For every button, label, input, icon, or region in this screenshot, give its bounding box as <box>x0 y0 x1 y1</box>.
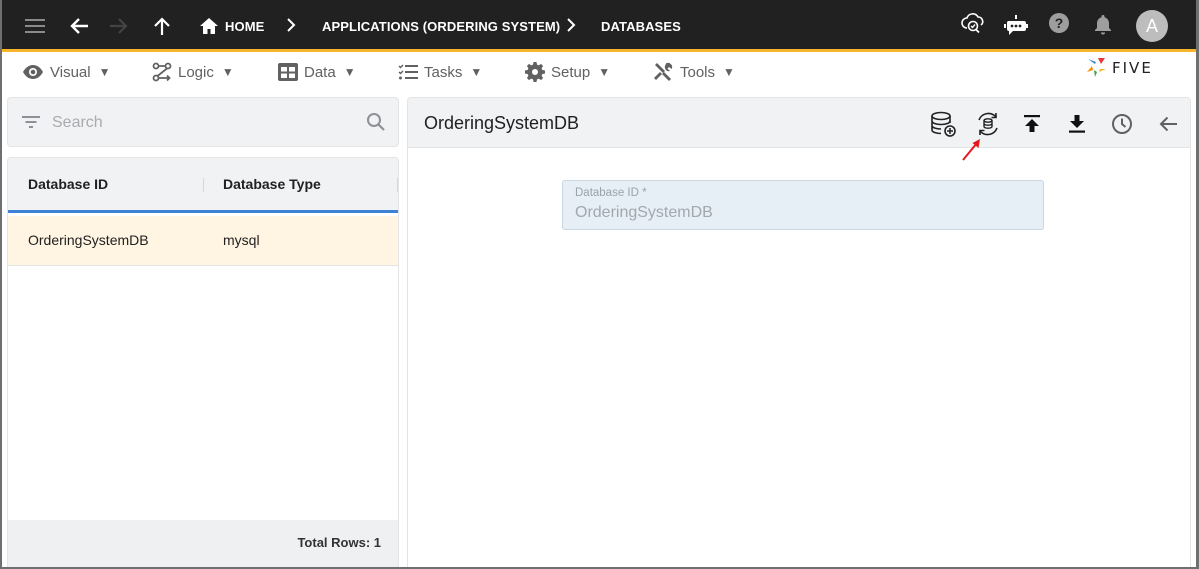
eye-icon <box>23 65 43 79</box>
logo-text: FIVE <box>1112 59 1153 77</box>
list-header: Database ID Database Type <box>8 158 398 213</box>
svg-text:?: ? <box>1055 15 1064 31</box>
caret-down-icon: ▼ <box>723 65 735 79</box>
menu-visual[interactable]: Visual ▼ <box>22 55 110 89</box>
search-icon[interactable] <box>366 112 386 137</box>
column-divider[interactable] <box>397 178 398 192</box>
breadcrumb-applications[interactable]: APPLICATIONS (ORDERING SYSTEM) <box>322 0 560 52</box>
cell-database-type: mysql <box>223 232 260 248</box>
column-database-id[interactable]: Database ID <box>28 176 108 192</box>
caret-down-icon: ▼ <box>470 65 483 79</box>
database-list: Database ID Database Type OrderingSystem… <box>7 157 399 569</box>
breadcrumb-home[interactable]: HOME <box>225 0 264 52</box>
menu-setup[interactable]: Setup ▼ <box>525 55 610 89</box>
filter-icon[interactable] <box>22 115 40 134</box>
menu-tasks-label: Tasks <box>424 63 463 81</box>
database-id-value: OrderingSystemDB <box>575 204 713 221</box>
search-bar <box>7 97 399 147</box>
annotation-arrow <box>962 139 980 161</box>
history-icon[interactable] <box>1108 110 1136 138</box>
column-divider[interactable] <box>203 178 204 192</box>
menu-data-label: Data <box>304 63 336 81</box>
record-form: OrderingSystemDB Database ID * OrderingS… <box>407 97 1191 569</box>
back-arrow-icon[interactable] <box>68 16 90 36</box>
five-logo: FIVE <box>1086 57 1153 79</box>
help-icon[interactable]: ? <box>1048 12 1070 34</box>
cloud-check-icon[interactable] <box>960 11 986 37</box>
flow-icon <box>152 62 172 82</box>
menu-logic[interactable]: Logic ▼ <box>152 55 234 89</box>
chevron-right-icon <box>286 17 296 38</box>
menu-visual-label: Visual <box>50 63 91 81</box>
avatar[interactable]: A <box>1136 10 1168 42</box>
gear-icon <box>525 62 545 82</box>
menu-bar: Visual ▼ Logic ▼ Data ▼ Tasks ▼ Setup ▼ … <box>0 55 1199 90</box>
app-bar: HOME APPLICATIONS (ORDERING SYSTEM) DATA… <box>0 0 1199 52</box>
form-header: OrderingSystemDB <box>408 98 1190 148</box>
menu-icon[interactable] <box>24 16 46 36</box>
caret-down-icon: ▼ <box>221 65 234 79</box>
back-arrow-icon[interactable] <box>1154 110 1182 138</box>
tools-icon <box>654 62 673 81</box>
caret-down-icon: ▼ <box>598 65 611 79</box>
database-id-field[interactable]: Database ID * OrderingSystemDB <box>562 180 1044 230</box>
chatbot-icon[interactable] <box>1004 14 1028 36</box>
cell-database-id: OrderingSystemDB <box>28 232 149 248</box>
menu-logic-label: Logic <box>178 63 214 81</box>
list-footer: Total Rows: 1 <box>8 520 398 568</box>
bell-icon[interactable] <box>1094 13 1112 35</box>
chevron-right-icon <box>566 17 576 38</box>
database-id-label: Database ID * <box>575 187 647 199</box>
total-rows: Total Rows: 1 <box>297 535 381 550</box>
list-item[interactable]: OrderingSystemDB mysql <box>8 216 398 266</box>
search-input[interactable] <box>52 110 352 136</box>
menu-data[interactable]: Data ▼ <box>278 55 356 89</box>
table-icon <box>278 63 298 81</box>
menu-tasks[interactable]: Tasks ▼ <box>398 55 482 89</box>
menu-setup-label: Setup <box>551 63 591 81</box>
up-arrow-icon[interactable] <box>152 16 172 36</box>
caret-down-icon: ▼ <box>98 65 111 79</box>
upload-icon[interactable] <box>1018 110 1046 138</box>
five-logo-mark <box>1087 58 1106 77</box>
caret-down-icon: ▼ <box>343 65 356 79</box>
breadcrumb-databases[interactable]: DATABASES <box>601 0 681 52</box>
checklist-icon <box>398 64 418 80</box>
menu-tools[interactable]: Tools ▼ <box>653 55 735 89</box>
menu-tools-label: Tools <box>680 63 716 81</box>
column-database-type[interactable]: Database Type <box>223 176 321 192</box>
home-icon[interactable] <box>199 17 219 35</box>
form-title: OrderingSystemDB <box>424 113 580 133</box>
download-icon[interactable] <box>1063 110 1091 138</box>
database-add-icon[interactable] <box>929 110 957 138</box>
database-sync-icon[interactable] <box>974 110 1002 138</box>
forward-arrow-icon <box>108 16 130 36</box>
